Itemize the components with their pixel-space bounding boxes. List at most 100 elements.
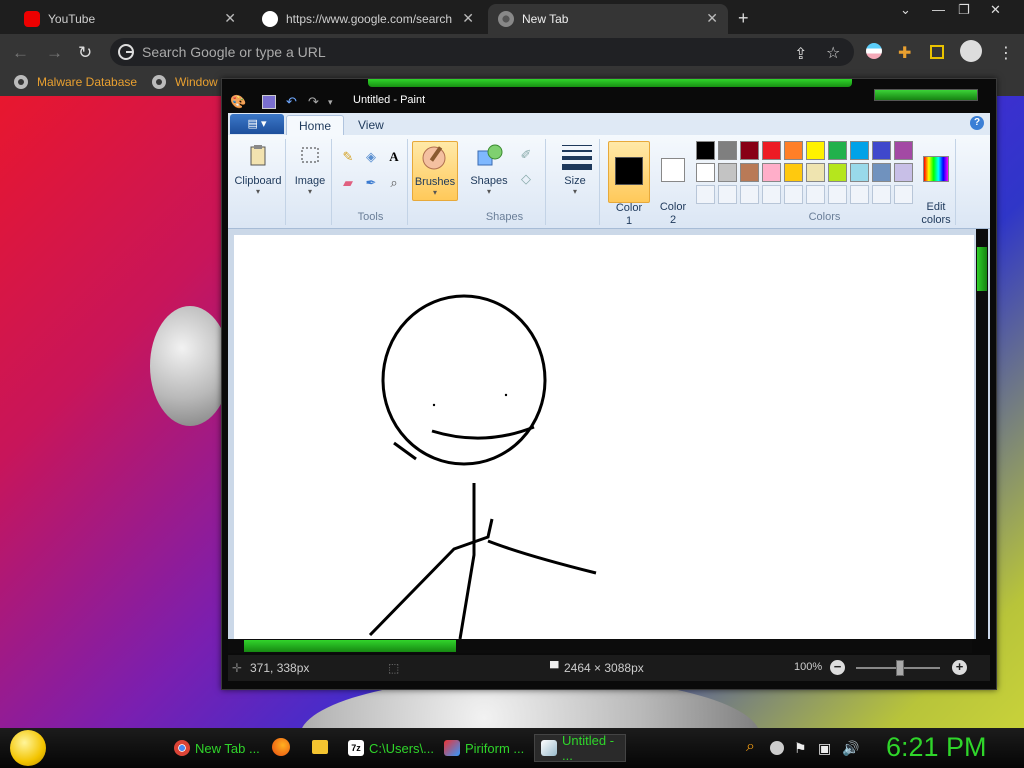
zoom-slider-thumb[interactable] xyxy=(896,660,904,676)
close-icon[interactable]: ✕ xyxy=(706,10,718,27)
image-button[interactable]: Image ▾ xyxy=(290,141,330,196)
palette-swatch[interactable] xyxy=(850,185,869,204)
restore-button[interactable]: ❐ xyxy=(958,2,970,18)
undo-icon[interactable]: ↶ xyxy=(286,94,297,110)
omnibox[interactable]: Search Google or type a URL ⇪ ☆ xyxy=(110,38,854,66)
palette-swatch[interactable] xyxy=(872,163,891,182)
palette-swatch[interactable] xyxy=(740,163,759,182)
volume-icon[interactable]: 🔊 xyxy=(842,740,859,757)
paint-menu-button[interactable]: ▤ ▾ xyxy=(230,114,284,134)
palette-swatch[interactable] xyxy=(740,141,759,160)
redo-icon[interactable]: ↷ xyxy=(308,94,319,110)
palette-swatch[interactable] xyxy=(740,185,759,204)
firefox-icon[interactable] xyxy=(272,738,290,756)
palette-swatch[interactable] xyxy=(894,141,913,160)
extensions-puzzle-icon[interactable]: ✚ xyxy=(898,43,911,63)
close-icon[interactable]: ✕ xyxy=(224,10,236,27)
save-icon[interactable] xyxy=(262,95,276,109)
magnifier-icon[interactable]: ⌕ xyxy=(384,173,404,193)
palette-swatch[interactable] xyxy=(762,163,781,182)
new-tab-button[interactable]: + xyxy=(738,8,749,29)
folder-icon[interactable] xyxy=(312,740,328,754)
close-window-button[interactable]: ✕ xyxy=(990,2,1001,18)
caption-buttons[interactable] xyxy=(874,89,978,101)
pencil-icon[interactable]: ✎ xyxy=(338,147,358,167)
color-picker-icon[interactable]: ✒ xyxy=(361,173,381,193)
horizontal-scrollbar[interactable] xyxy=(228,639,972,653)
start-button[interactable] xyxy=(10,730,46,766)
tab-new-tab[interactable]: New Tab ✕ xyxy=(488,4,728,34)
back-button[interactable]: ← xyxy=(12,43,29,63)
drawing-canvas[interactable] xyxy=(234,235,974,639)
menu-kebab-icon[interactable]: ⋮ xyxy=(998,43,1014,63)
paint-app-icon[interactable]: 🎨 xyxy=(230,94,246,110)
bookmark-star-icon[interactable]: ☆ xyxy=(826,43,840,63)
share-icon[interactable]: ⇪ xyxy=(794,44,807,64)
palette-swatch[interactable] xyxy=(696,163,715,182)
palette-swatch[interactable] xyxy=(718,185,737,204)
palette-swatch[interactable] xyxy=(872,185,891,204)
brushes-button[interactable]: Brushes ▾ xyxy=(412,141,458,201)
fill-icon[interactable]: ◇ xyxy=(516,169,536,189)
tab-google-search[interactable]: https://www.google.com/search ✕ xyxy=(252,4,484,34)
extension-flag-icon[interactable] xyxy=(866,43,882,59)
palette-swatch[interactable] xyxy=(828,141,847,160)
palette-swatch[interactable] xyxy=(762,141,781,160)
tab-view[interactable]: View xyxy=(346,115,396,135)
eraser-icon[interactable]: ▰ xyxy=(338,173,358,193)
vertical-scrollbar[interactable] xyxy=(976,229,988,639)
action-center-flag-icon[interactable]: ⚑ xyxy=(794,740,807,757)
shapes-button[interactable]: Shapes ▾ xyxy=(466,141,512,196)
palette-swatch[interactable] xyxy=(762,185,781,204)
help-icon[interactable]: ? xyxy=(970,116,984,130)
profile-avatar-icon[interactable] xyxy=(960,40,982,62)
taskbar-item-piriform[interactable]: Piriform ... xyxy=(438,734,530,762)
text-icon[interactable]: A xyxy=(384,147,404,167)
close-icon[interactable]: ✕ xyxy=(462,10,474,27)
edit-colors-button[interactable]: Edit colors xyxy=(914,141,958,240)
minimize-button[interactable]: — xyxy=(932,2,945,17)
palette-swatch[interactable] xyxy=(828,185,847,204)
side-panel-icon[interactable] xyxy=(930,45,944,59)
palette-swatch[interactable] xyxy=(696,185,715,204)
palette-swatch[interactable] xyxy=(784,185,803,204)
taskbar-item-7zip[interactable]: 7z C:\Users\... xyxy=(342,734,440,762)
bookmark-window[interactable]: Window xyxy=(152,75,218,89)
taskbar-clock[interactable]: 6:21 PM xyxy=(886,732,987,763)
palette-swatch[interactable] xyxy=(718,163,737,182)
color1-button[interactable]: Color 1 xyxy=(608,141,650,227)
palette-swatch[interactable] xyxy=(784,163,803,182)
palette-swatch[interactable] xyxy=(718,141,737,160)
palette-swatch[interactable] xyxy=(806,185,825,204)
palette-swatch[interactable] xyxy=(696,141,715,160)
reload-button[interactable]: ↻ xyxy=(78,43,92,63)
tab-search-icon[interactable]: ⌄ xyxy=(900,2,911,18)
palette-swatch[interactable] xyxy=(850,141,869,160)
zoom-out-button[interactable]: − xyxy=(830,660,845,675)
tab-youtube[interactable]: YouTube ✕ xyxy=(14,4,246,34)
messenger-icon[interactable] xyxy=(770,741,784,755)
zoom-in-button[interactable]: + xyxy=(952,660,967,675)
outline-icon[interactable]: ✐ xyxy=(516,145,536,165)
scroll-thumb[interactable] xyxy=(244,640,456,652)
palette-swatch[interactable] xyxy=(894,163,913,182)
palette-swatch[interactable] xyxy=(828,163,847,182)
bookmark-malware-database[interactable]: Malware Database xyxy=(14,75,137,89)
palette-swatch[interactable] xyxy=(872,141,891,160)
tab-home[interactable]: Home xyxy=(286,115,345,135)
color2-button[interactable]: Color 2 xyxy=(652,141,694,226)
palette-swatch[interactable] xyxy=(850,163,869,182)
taskbar-item-new-tab[interactable]: New Tab ... xyxy=(168,734,266,762)
search-icon[interactable]: ⌕ xyxy=(746,738,755,756)
customize-qat-icon[interactable]: ▾ xyxy=(328,97,333,108)
network-icon[interactable]: ▣ xyxy=(818,740,831,757)
fill-bucket-icon[interactable]: ◈ xyxy=(361,147,381,167)
palette-swatch[interactable] xyxy=(806,141,825,160)
palette-swatch[interactable] xyxy=(784,141,803,160)
taskbar-item-paint[interactable]: Untitled - ... xyxy=(534,733,626,763)
size-button[interactable]: Size ▾ xyxy=(554,141,596,196)
forward-button[interactable]: → xyxy=(46,43,63,63)
scroll-thumb[interactable] xyxy=(977,247,987,291)
clipboard-button[interactable]: Clipboard ▾ xyxy=(232,141,284,196)
palette-swatch[interactable] xyxy=(806,163,825,182)
